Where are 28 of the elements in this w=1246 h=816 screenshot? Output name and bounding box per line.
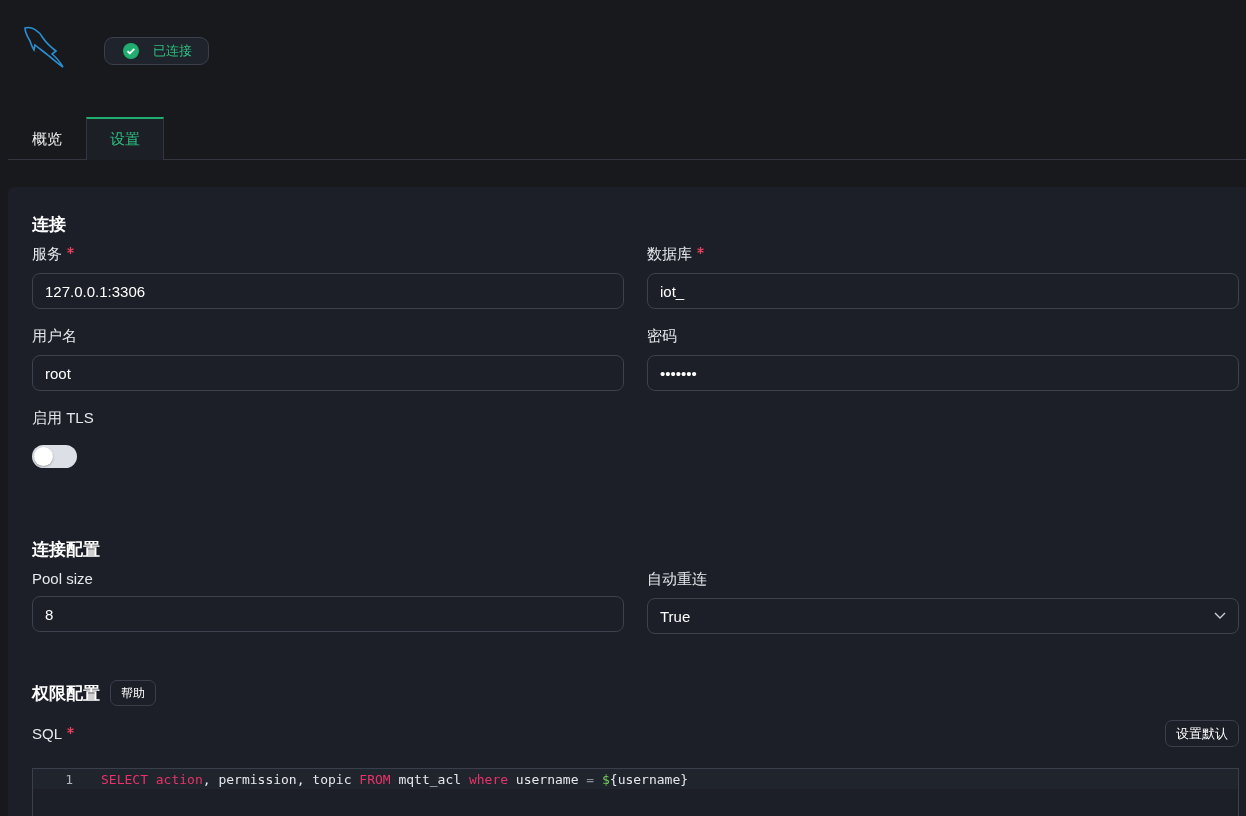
toggle-switch[interactable] bbox=[32, 445, 77, 468]
tab[interactable]: 设置 bbox=[86, 117, 164, 160]
field-label: 启用 TLS bbox=[32, 409, 95, 428]
section-title: 权限配置 bbox=[32, 682, 100, 705]
section-title: 连接 bbox=[32, 213, 66, 236]
select-field[interactable]: True bbox=[647, 598, 1239, 634]
input-field[interactable]: iot_ bbox=[647, 273, 1239, 309]
field-label: 自动重连 bbox=[647, 570, 708, 589]
input-field[interactable]: 8 bbox=[32, 596, 624, 632]
connection-status-badge: 已连接 bbox=[104, 37, 209, 65]
field-label: 用户名 bbox=[32, 327, 78, 346]
input-field[interactable]: 127.0.0.1:3306 bbox=[32, 273, 624, 309]
set-default-button[interactable]: 设置默认 bbox=[1165, 720, 1239, 747]
help-button[interactable]: 帮助 bbox=[110, 680, 156, 706]
code-editor[interactable]: 1 SELECT action, permission, topic FROM mqtt_acl where username = ${username} bbox=[32, 768, 1239, 816]
field-label: SQL bbox=[32, 725, 74, 742]
field-label: 数据库 bbox=[647, 245, 1239, 264]
dolphin-logo bbox=[22, 25, 66, 69]
field-label: Pool size bbox=[32, 570, 94, 587]
field-label: 服务 bbox=[32, 245, 624, 264]
field-label: 密码 bbox=[647, 327, 678, 346]
code-line: SELECT action, permission, topic FROM mqtt_acl where username = ${username} bbox=[101, 771, 689, 787]
line-number: 1 bbox=[64, 771, 74, 787]
tab[interactable]: 概览 bbox=[8, 117, 86, 160]
input-field[interactable]: root bbox=[32, 355, 624, 391]
section-title: 连接配置 bbox=[32, 538, 100, 561]
chevron-down-icon bbox=[1214, 612, 1226, 620]
password-field[interactable]: ••••••• bbox=[647, 355, 1239, 391]
